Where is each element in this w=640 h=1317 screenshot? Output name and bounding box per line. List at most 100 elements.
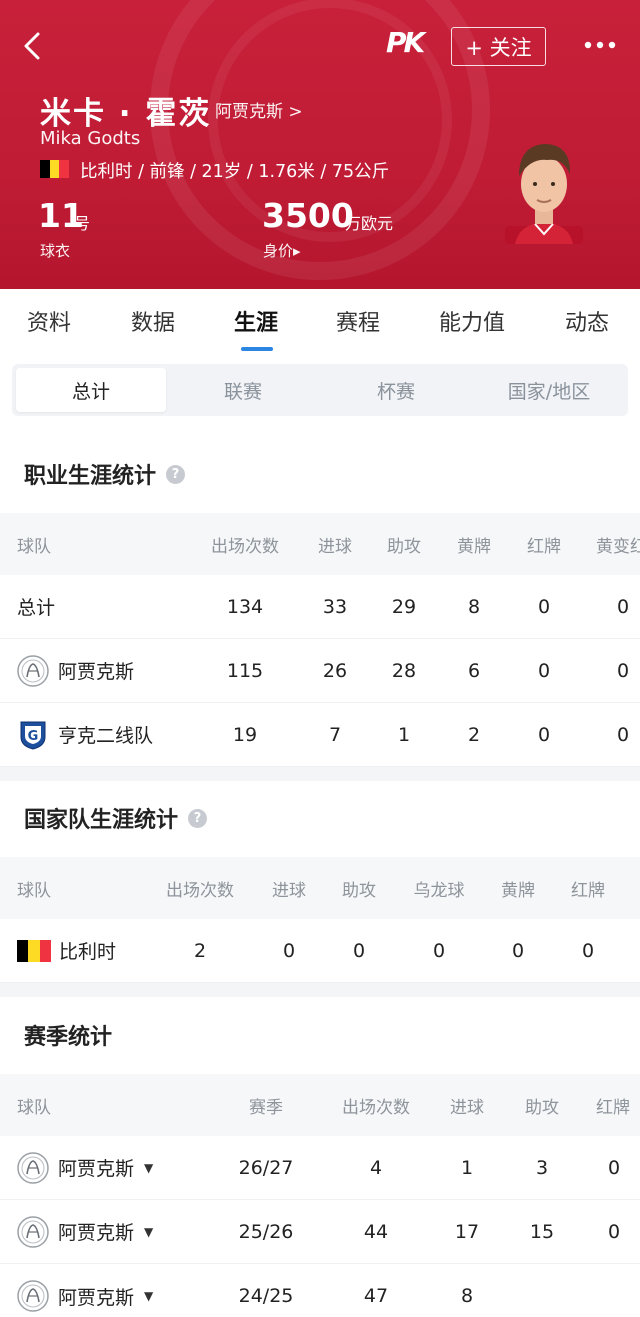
- more-icon[interactable]: [580, 30, 620, 60]
- col-team: 球队: [17, 880, 51, 901]
- appearances: 115: [226, 659, 264, 682]
- goals: 26: [322, 659, 348, 682]
- filter-cup[interactable]: 杯赛: [321, 368, 471, 412]
- col-team: 球队: [17, 536, 51, 557]
- col-appearances: 出场次数: [211, 536, 279, 557]
- caret-down-icon[interactable]: ▼: [144, 1161, 153, 1175]
- help-icon[interactable]: ?: [188, 808, 208, 828]
- appearances: 44: [363, 1220, 389, 1243]
- col-yellow: 黄牌: [457, 536, 491, 557]
- col-assists: 助攻: [525, 1097, 559, 1118]
- red-cards: 0: [607, 1220, 621, 1243]
- red-cards: 0: [537, 595, 551, 618]
- belgium-flag-icon: [40, 160, 70, 178]
- ajax-crest-icon: [17, 1280, 49, 1312]
- assists: 3: [535, 1156, 549, 1179]
- club-link[interactable]: 阿贾克斯 >: [215, 97, 303, 122]
- col-red: 红牌: [527, 536, 561, 557]
- col-yellow-red: 黄变红: [596, 536, 640, 557]
- col-yellow: 黄牌: [501, 880, 535, 901]
- national-stats-title: 国家队生涯统计 ?: [24, 802, 208, 834]
- yellow-red-cards: 0: [616, 659, 630, 682]
- filter-total[interactable]: 总计: [16, 368, 166, 412]
- caret-down-icon[interactable]: ▼: [144, 1225, 153, 1239]
- career-table-header: 球队 出场次数 进球 助攻 黄牌 红牌 黄变红: [0, 513, 640, 575]
- player-header: PK + 关注 米卡 · 霍茨 阿贾克斯 > Mika Godts 比利时 / …: [0, 0, 640, 289]
- national-stats-title-text: 国家队生涯统计: [24, 808, 179, 833]
- col-appearances: 出场次数: [342, 1097, 410, 1118]
- career-stats-title: 职业生涯统计 ?: [24, 458, 186, 490]
- section-divider: [0, 983, 640, 997]
- tab-data[interactable]: 数据: [131, 305, 175, 337]
- section-divider: [0, 767, 640, 781]
- table-row[interactable]: 比利时 2 0 0 0 0 0: [0, 919, 640, 983]
- tab-ability[interactable]: 能力值: [439, 305, 505, 337]
- table-row[interactable]: 阿贾克斯 ▼ 24/25 47 8: [0, 1264, 640, 1317]
- player-name-en: Mika Godts: [40, 128, 141, 149]
- goals: 7: [328, 723, 342, 746]
- tab-profile[interactable]: 资料: [27, 305, 71, 337]
- app-logo: PK: [386, 26, 425, 59]
- tab-schedule[interactable]: 赛程: [336, 305, 380, 337]
- filter-league[interactable]: 联赛: [168, 368, 318, 412]
- red-cards: 0: [537, 659, 551, 682]
- player-name: 米卡 · 霍茨: [40, 96, 212, 132]
- assists: 15: [529, 1220, 555, 1243]
- market-value-link[interactable]: 身价▸: [263, 240, 301, 261]
- svg-text:G: G: [28, 729, 39, 744]
- col-assists: 助攻: [342, 880, 376, 901]
- appearances: 19: [232, 723, 258, 746]
- goals: 17: [454, 1220, 480, 1243]
- ajax-crest-icon: [17, 1215, 49, 1248]
- own-goals: 0: [432, 939, 446, 962]
- assists: 1: [397, 723, 411, 746]
- yellow-cards: 0: [511, 939, 525, 962]
- col-red: 红牌: [596, 1097, 630, 1118]
- col-goals: 进球: [272, 880, 306, 901]
- appearances: 4: [369, 1156, 383, 1179]
- shirt-label: 球衣: [40, 242, 71, 260]
- yellow-cards: 2: [467, 723, 481, 746]
- ajax-crest-icon: [17, 1151, 49, 1184]
- genk-crest-icon: G: [20, 721, 46, 750]
- help-icon[interactable]: ?: [166, 464, 186, 484]
- market-value-unit: 万欧元: [345, 214, 394, 233]
- table-row[interactable]: 阿贾克斯 115 26 28 6 0 0: [0, 639, 640, 703]
- active-tab-indicator: [241, 347, 273, 351]
- yellow-cards: 6: [467, 659, 481, 682]
- appearances: 47: [363, 1285, 389, 1307]
- national-table-header: 球队 出场次数 进球 助攻 乌龙球 黄牌 红牌: [0, 857, 640, 919]
- tab-career[interactable]: 生涯: [234, 305, 278, 337]
- player-info-line: 比利时 / 前锋 / 21岁 / 1.76米 / 75公斤: [80, 162, 390, 182]
- yellow-cards: 8: [467, 595, 481, 618]
- caret-down-icon[interactable]: ▼: [144, 1289, 153, 1303]
- season-table-header: 球队 赛季 出场次数 进球 助攻 红牌: [0, 1074, 640, 1136]
- appearances: 2: [193, 939, 207, 962]
- season: 25/26: [238, 1220, 294, 1243]
- back-button[interactable]: [14, 26, 54, 66]
- follow-button[interactable]: + 关注: [451, 27, 546, 66]
- team-name: 阿贾克斯: [58, 1286, 135, 1309]
- competition-filter: 总计 联赛 杯赛 国家/地区: [12, 364, 628, 416]
- team-name: 阿贾克斯: [58, 1222, 135, 1244]
- goals: 33: [322, 595, 348, 618]
- table-row[interactable]: 阿贾克斯 ▼ 25/26 44 17 15 0: [0, 1200, 640, 1264]
- table-row[interactable]: 阿贾克斯 ▼ 26/27 4 1 3 0: [0, 1136, 640, 1200]
- filter-national[interactable]: 国家/地区: [474, 368, 624, 412]
- goals: 1: [460, 1156, 474, 1179]
- col-goals: 进球: [318, 536, 352, 557]
- col-appearances: 出场次数: [166, 880, 234, 901]
- career-stats-title-text: 职业生涯统计: [24, 464, 157, 489]
- table-row[interactable]: 总计 134 33 29 8 0 0: [0, 575, 640, 639]
- team-name: 比利时: [59, 941, 117, 963]
- assists: 29: [391, 595, 417, 618]
- red-cards: 0: [581, 939, 595, 962]
- col-red: 红牌: [571, 880, 605, 901]
- goals: 0: [282, 939, 296, 962]
- table-row[interactable]: G 亨克二线队 19 7 1 2 0 0: [0, 703, 640, 767]
- season: 26/27: [238, 1156, 294, 1179]
- col-season: 赛季: [249, 1097, 283, 1118]
- chevron-left-icon: [24, 32, 40, 60]
- team-name: 阿贾克斯: [58, 661, 135, 683]
- tab-news[interactable]: 动态: [565, 305, 609, 337]
